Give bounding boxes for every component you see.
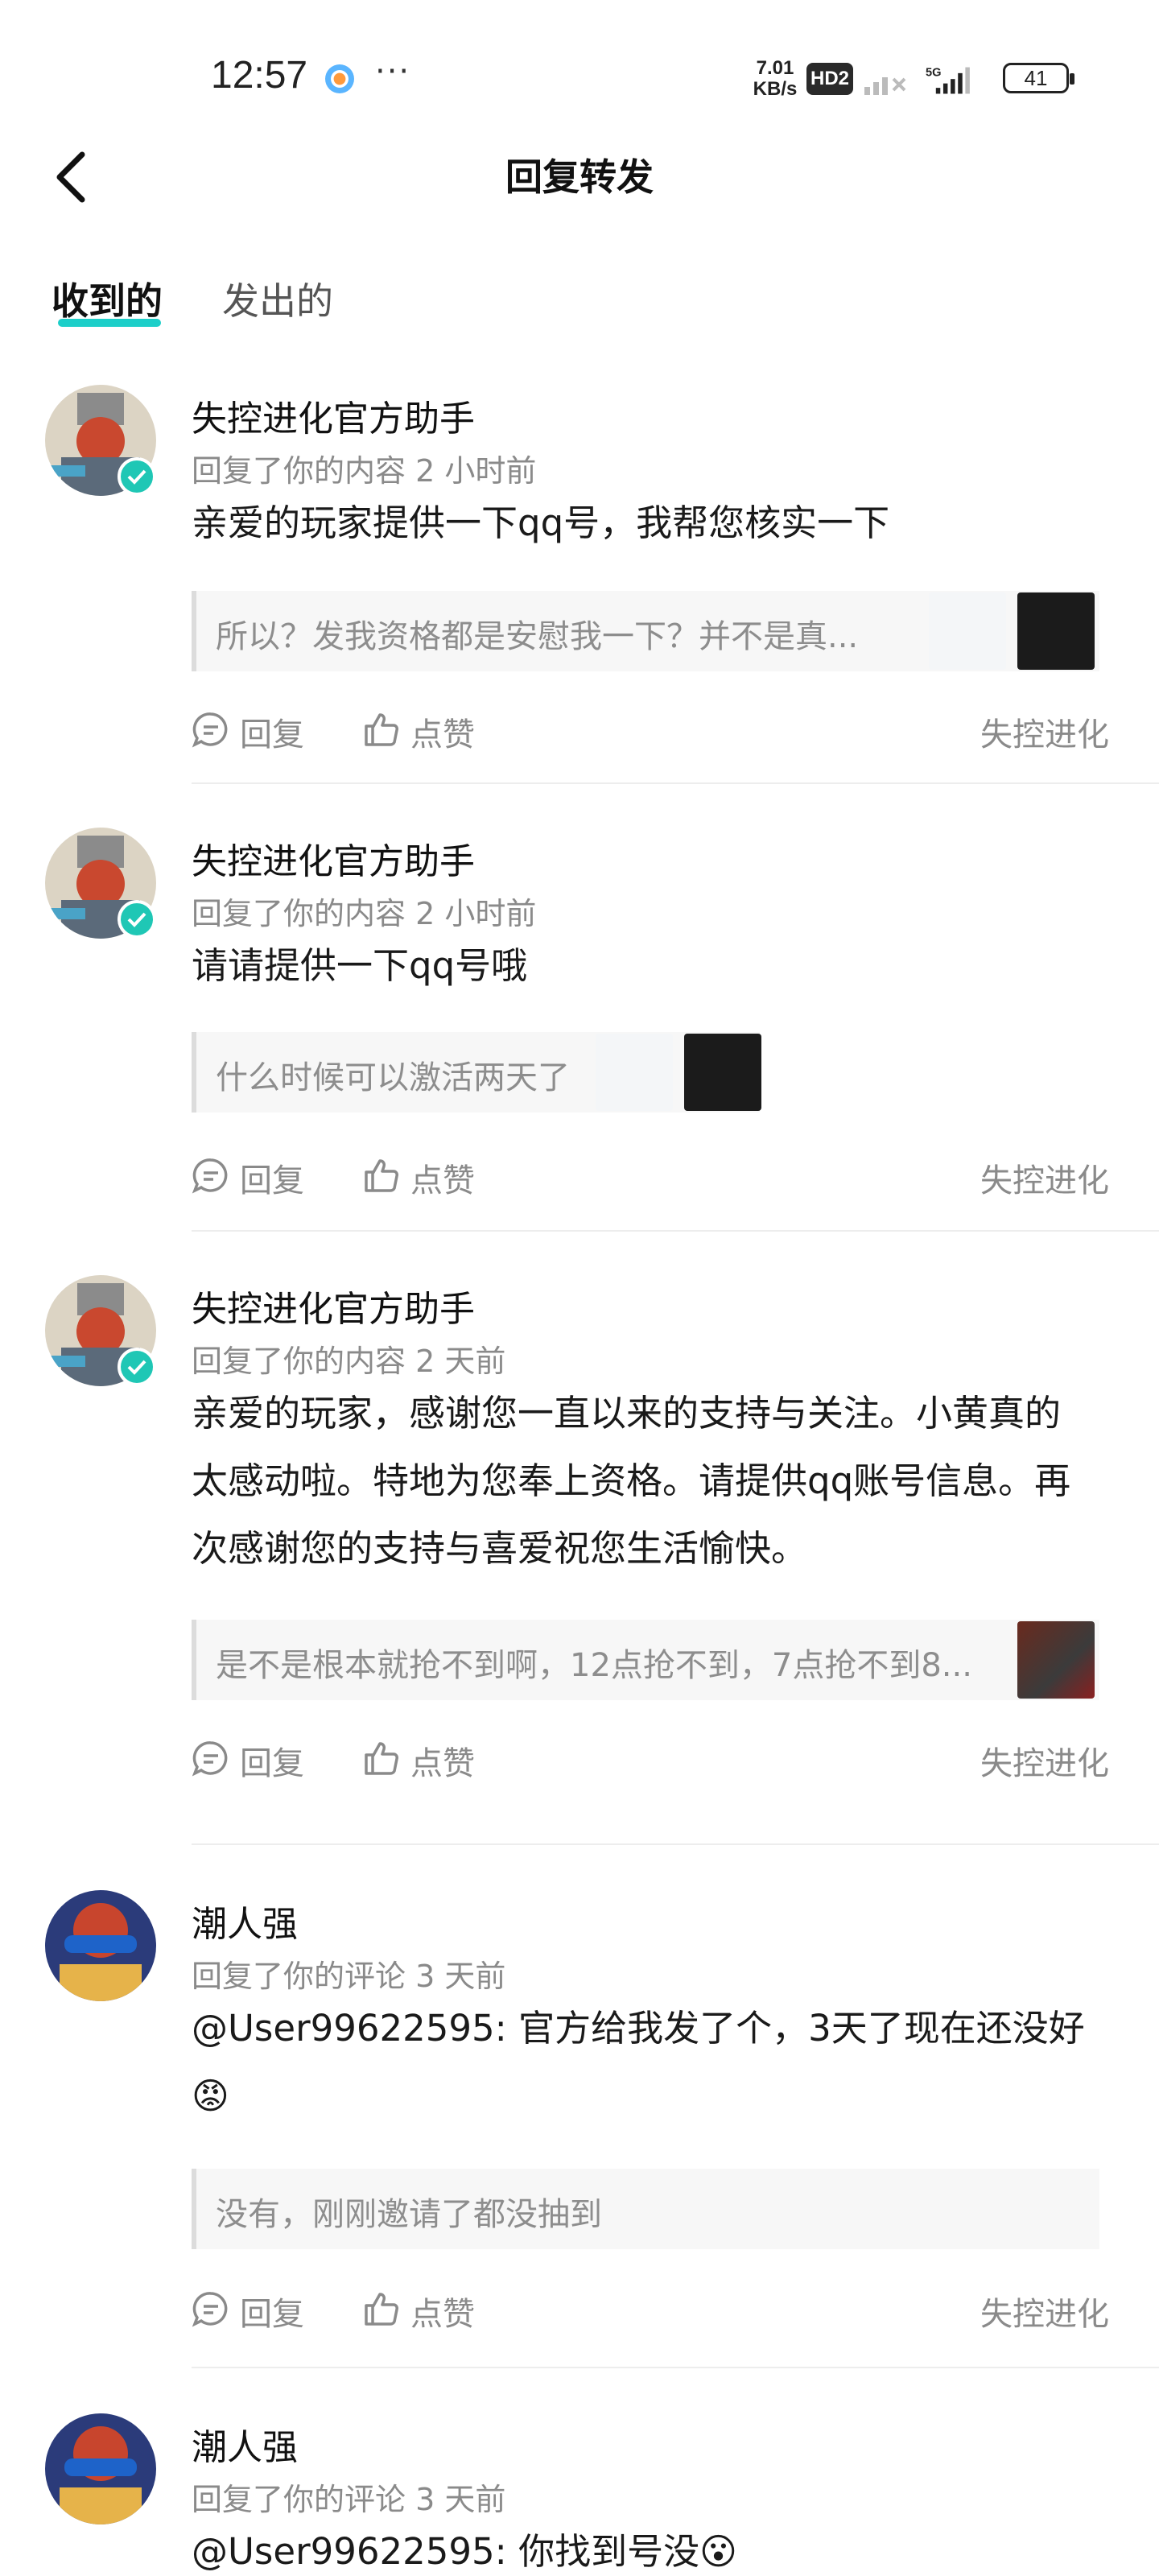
avatar-image	[45, 1890, 156, 2001]
avatar[interactable]	[45, 1890, 156, 2001]
author-name[interactable]: 潮人强	[192, 1895, 298, 1946]
comment-icon	[192, 2292, 228, 2327]
like-label: 点赞	[410, 1162, 475, 1199]
verified-badge-icon	[118, 457, 156, 496]
reply-meta: 回复了你的评论 3 天前	[192, 1959, 506, 1994]
more-notifications-icon: ···	[375, 53, 411, 90]
like-label: 点赞	[410, 716, 475, 753]
source-tag[interactable]: 失控进化	[980, 2288, 1109, 2334]
quoted-text: 是不是根本就抢不到啊，12点抢不到，7点抢不到8...	[216, 1647, 972, 1684]
action-bar: 回复 点赞 失控进化	[192, 705, 1109, 753]
quoted-content[interactable]: 没有，刚刚邀请了都没抽到	[192, 2169, 1099, 2249]
reply-button[interactable]: 回复	[192, 1734, 312, 1782]
quoted-content[interactable]: 什么时候可以激活两天了	[192, 1032, 761, 1113]
source-tag[interactable]: 失控进化	[980, 708, 1109, 755]
active-tab-indicator	[58, 319, 161, 327]
signal-disabled-icon	[864, 77, 906, 95]
avatar[interactable]	[45, 2413, 156, 2524]
thumbs-up-icon	[365, 713, 398, 746]
like-button[interactable]: 点赞	[362, 2285, 483, 2333]
comment-icon	[192, 1741, 228, 1777]
reply-content[interactable]: 亲爱的玩家提供一下qq号，我帮您核实一下	[192, 489, 1117, 557]
reply-meta: 回复了你的内容 2 天前	[192, 1344, 506, 1379]
reply-button[interactable]: 回复	[192, 2285, 312, 2333]
status-bar: 12:57 ··· 7.01 KB/s HD2 5G 41	[0, 0, 1159, 161]
quote-thumbnail	[929, 592, 1006, 670]
quoted-text: 所以？发我资格都是安慰我一下？并不是真...	[216, 618, 859, 655]
action-bar: 回复 点赞 失控进化	[192, 1734, 1109, 1782]
page-title: 回复转发	[505, 155, 654, 199]
author-name[interactable]: 潮人强	[192, 2418, 298, 2470]
reply-meta: 回复了你的内容 2 小时前	[192, 453, 537, 489]
thumbs-up-icon	[365, 1159, 398, 1192]
reply-content[interactable]: 请请提供一下qq号哦	[192, 932, 1117, 1000]
like-button[interactable]: 点赞	[362, 705, 483, 753]
like-button[interactable]: 点赞	[362, 1151, 483, 1199]
battery-indicator: 41	[1003, 63, 1074, 93]
divider	[192, 1230, 1159, 1232]
action-bar: 回复 点赞 失控进化	[192, 2285, 1109, 2333]
reply-meta: 回复了你的评论 3 天前	[192, 2482, 506, 2517]
author-name[interactable]: 失控进化官方助手	[192, 832, 475, 884]
reply-label: 回复	[240, 1162, 304, 1199]
action-bar: 回复 点赞 失控进化	[192, 1151, 1109, 1199]
app-notification-icon	[325, 64, 354, 93]
quoted-content[interactable]: 是不是根本就抢不到啊，12点抢不到，7点抢不到8...	[192, 1620, 1099, 1700]
quoted-text: 什么时候可以激活两天了	[216, 1059, 570, 1096]
network-speed-value: 7.01	[756, 57, 794, 79]
notification-item[interactable]: 潮人强 回复了你的评论 3 天前 @User99622595: 官方给我发了个，…	[0, 1876, 1159, 2375]
tab-received[interactable]: 收到的	[52, 272, 163, 325]
reply-meta: 回复了你的内容 2 小时前	[192, 896, 537, 931]
notification-item[interactable]: 失控进化官方助手 回复了你的内容 2 小时前 亲爱的玩家提供一下qq号，我帮您核…	[0, 370, 1159, 789]
reply-button[interactable]: 回复	[192, 705, 312, 753]
network-speed: 7.01 KB/s	[747, 58, 803, 100]
reply-label: 回复	[240, 716, 304, 753]
reply-content[interactable]: @User99622595: 官方给我发了个，3天了现在还没好😡	[192, 1995, 1093, 2130]
divider	[192, 2367, 1159, 2368]
quote-thumbnail	[684, 1034, 761, 1111]
like-label: 点赞	[410, 1745, 475, 1782]
divider	[192, 782, 1159, 784]
quote-thumbnail	[1017, 592, 1095, 670]
reply-label: 回复	[240, 2296, 304, 2333]
status-time: 12:57	[211, 54, 308, 97]
author-name[interactable]: 失控进化官方助手	[192, 390, 475, 441]
source-tag[interactable]: 失控进化	[980, 1154, 1109, 1201]
reply-button[interactable]: 回复	[192, 1151, 312, 1199]
hd-voice-badge: HD2	[806, 63, 853, 95]
comment-icon	[192, 1158, 228, 1194]
quote-thumbnail	[1017, 1621, 1095, 1699]
reply-content[interactable]: 亲爱的玩家，感谢您一直以来的支持与关注。小黄真的太感动啦。特地为您奉上资格。请提…	[192, 1380, 1093, 1583]
quoted-text: 没有，刚刚邀请了都没抽到	[216, 2196, 602, 2233]
thumbs-up-icon	[365, 2293, 398, 2326]
reply-content[interactable]: @User99622595: 你找到号没😮	[192, 2518, 1093, 2576]
like-label: 点赞	[410, 2296, 475, 2333]
network-speed-unit: KB/s	[753, 78, 798, 100]
verified-badge-icon	[118, 1348, 156, 1386]
signal-5g-icon: 5G	[926, 67, 970, 94]
notification-item[interactable]: 潮人强 回复了你的评论 3 天前 @User99622595: 你找到号没😮	[0, 2399, 1159, 2576]
divider	[192, 1843, 1159, 1845]
reply-label: 回复	[240, 1745, 304, 1782]
avatar-image	[45, 2413, 156, 2524]
verified-badge-icon	[118, 900, 156, 939]
like-button[interactable]: 点赞	[362, 1734, 483, 1782]
quoted-content[interactable]: 所以？发我资格都是安慰我一下？并不是真...	[192, 591, 1099, 671]
network-type-label: 5G	[926, 67, 942, 80]
notification-item[interactable]: 失控进化官方助手 回复了你的内容 2 小时前 请请提供一下qq号哦 什么时候可以…	[0, 813, 1159, 1232]
comment-icon	[192, 712, 228, 748]
quote-thumbnail	[596, 1034, 673, 1111]
author-name[interactable]: 失控进化官方助手	[192, 1280, 475, 1331]
tab-sent[interactable]: 发出的	[222, 272, 333, 325]
thumbs-up-icon	[365, 1742, 398, 1775]
notification-item[interactable]: 失控进化官方助手 回复了你的内容 2 天前 亲爱的玩家，感谢您一直以来的支持与关…	[0, 1261, 1159, 1848]
source-tag[interactable]: 失控进化	[980, 1737, 1109, 1784]
